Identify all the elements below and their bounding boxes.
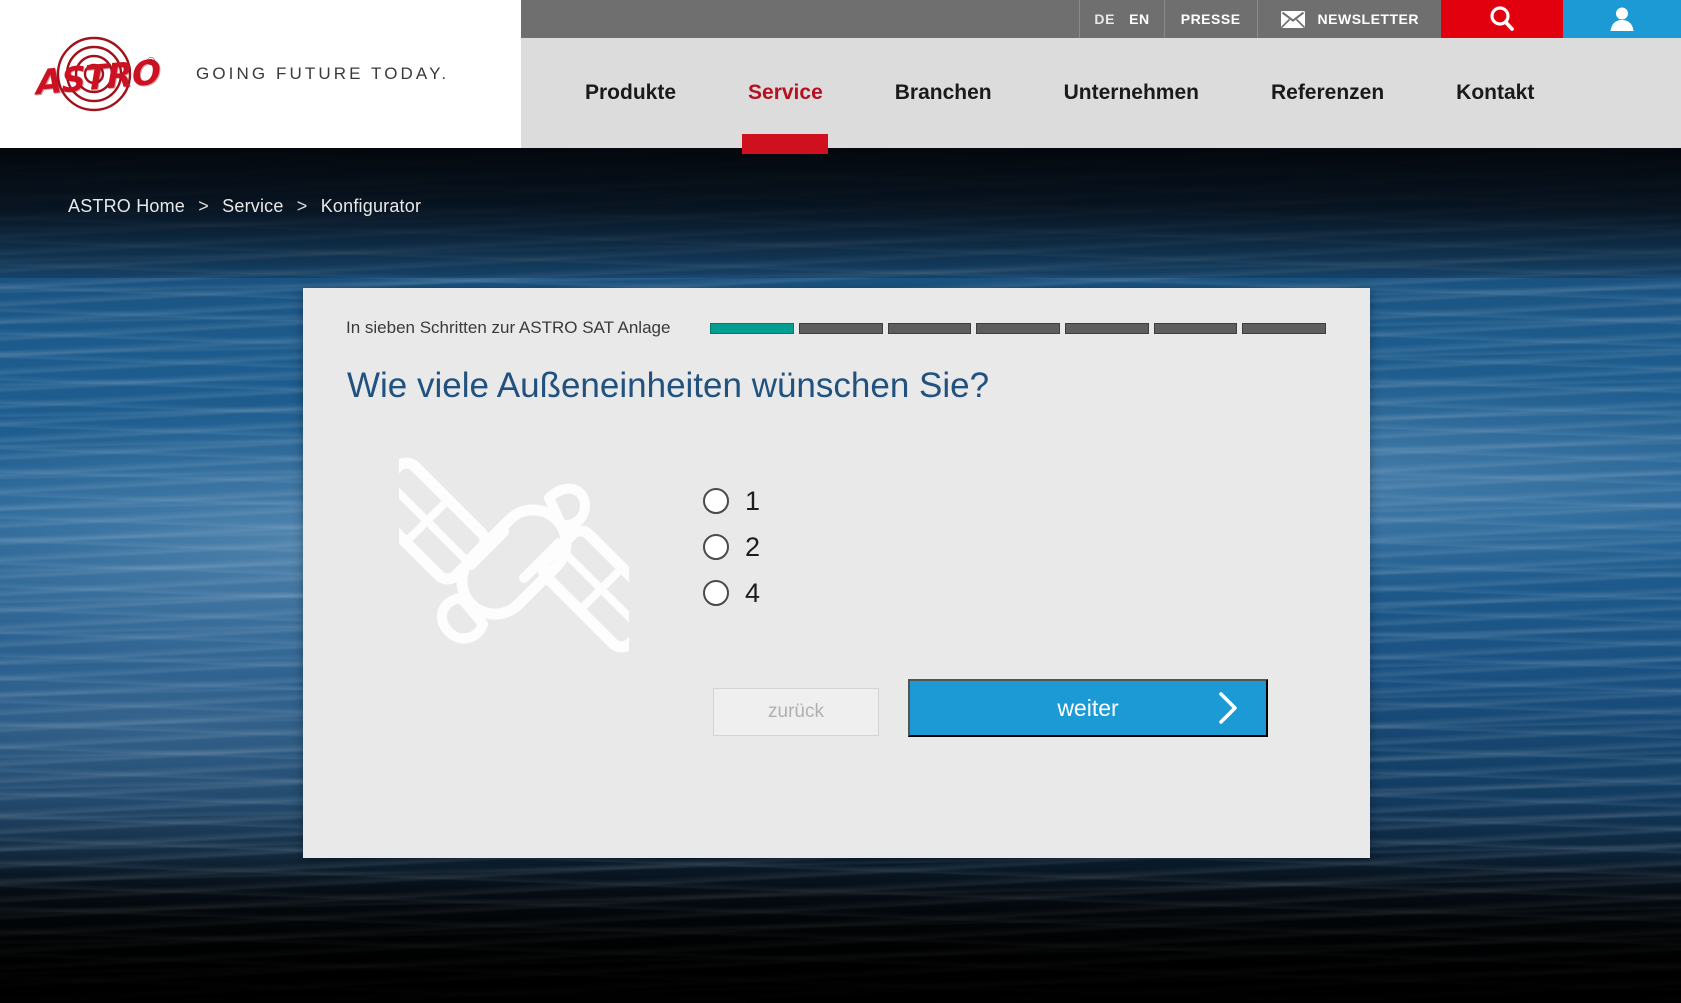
main-navigation: Produkte Service Branchen Unternehmen Re… xyxy=(521,38,1681,154)
radio-option-4[interactable] xyxy=(703,580,729,606)
newsletter-label: NEWSLETTER xyxy=(1317,11,1419,27)
nav-item-kontakt[interactable]: Kontakt xyxy=(1456,81,1534,105)
chevron-right-icon xyxy=(1216,691,1240,725)
nav-item-produkte[interactable]: Produkte xyxy=(585,81,676,105)
logo-panel: ASTRO ® GOING FUTURE TODAY. xyxy=(0,0,521,148)
nav-active-indicator xyxy=(742,134,829,154)
satellite-icon xyxy=(399,457,629,653)
option-row-1[interactable]: 1 xyxy=(703,478,760,524)
search-icon xyxy=(1490,6,1514,31)
lang-de-link[interactable]: DE xyxy=(1094,11,1115,27)
outdoor-unit-options: 1 2 4 xyxy=(703,478,760,616)
configurator-actions: zurück weiter xyxy=(713,679,1268,737)
nav-item-unternehmen[interactable]: Unternehmen xyxy=(1064,81,1199,105)
radio-option-2[interactable] xyxy=(703,534,729,560)
mail-icon xyxy=(1280,10,1305,28)
step-progress-row: In sieben Schritten zur ASTRO SAT Anlage xyxy=(346,313,1327,343)
nav-list: Produkte Service Branchen Unternehmen Re… xyxy=(521,81,1606,154)
next-button[interactable]: weiter xyxy=(908,679,1268,737)
step-segment-5 xyxy=(1065,322,1149,334)
breadcrumb-separator-2: > xyxy=(296,196,308,216)
step-segment-7 xyxy=(1242,322,1327,334)
step-segment-3 xyxy=(887,322,972,334)
user-account-button[interactable] xyxy=(1563,0,1681,38)
brand-tagline: GOING FUTURE TODAY. xyxy=(196,64,450,83)
breadcrumb: ASTRO Home > Service > Konfigurator xyxy=(68,196,421,217)
option-label-4: 4 xyxy=(745,577,761,608)
lang-en-link[interactable]: EN xyxy=(1129,11,1150,27)
utility-bar-spacer xyxy=(521,0,1079,38)
back-button[interactable]: zurück xyxy=(713,688,879,736)
question-title: Wie viele Außeneinheiten wünschen Sie? xyxy=(347,366,990,405)
step-segment-1 xyxy=(710,322,795,334)
astro-logo[interactable]: ASTRO ® xyxy=(32,34,164,114)
site-header: ASTRO ® GOING FUTURE TODAY. DE EN PRESSE… xyxy=(0,0,1681,154)
nav-item-branchen[interactable]: Branchen xyxy=(895,81,992,105)
user-icon xyxy=(1610,7,1634,31)
breadcrumb-separator-1: > xyxy=(198,196,209,216)
option-row-4[interactable]: 4 xyxy=(703,570,760,616)
breadcrumb-service[interactable]: Service xyxy=(222,196,283,216)
nav-item-referenzen[interactable]: Referenzen xyxy=(1271,81,1384,105)
registered-mark: ® xyxy=(147,56,156,68)
option-label-1: 1 xyxy=(745,485,761,516)
language-switcher[interactable]: DE EN xyxy=(1079,0,1163,38)
presse-link[interactable]: PRESSE xyxy=(1163,0,1257,38)
nav-item-service-label: Service xyxy=(748,81,823,104)
page-root: ASTRO ® GOING FUTURE TODAY. DE EN PRESSE… xyxy=(0,0,1681,1003)
step-segment-4 xyxy=(976,322,1061,334)
nav-item-service[interactable]: Service xyxy=(742,81,829,154)
configurator-card: In sieben Schritten zur ASTRO SAT Anlage… xyxy=(303,288,1370,858)
search-button[interactable] xyxy=(1441,0,1563,38)
background-bottom-shade xyxy=(0,853,1681,1003)
option-label-2: 2 xyxy=(745,531,761,562)
breadcrumb-home[interactable]: ASTRO Home xyxy=(68,196,185,216)
step-progress-bar xyxy=(710,322,1327,334)
next-button-label: weiter xyxy=(1057,694,1119,721)
utility-bar: DE EN PRESSE NEWSLETTER xyxy=(521,0,1681,38)
radio-option-1[interactable] xyxy=(703,488,729,514)
step-progress-label: In sieben Schritten zur ASTRO SAT Anlage xyxy=(346,318,671,337)
step-segment-2 xyxy=(799,322,883,334)
breadcrumb-current: Konfigurator xyxy=(320,196,422,216)
option-row-2[interactable]: 2 xyxy=(703,524,760,570)
step-segment-6 xyxy=(1153,322,1238,334)
newsletter-link[interactable]: NEWSLETTER xyxy=(1256,0,1441,38)
